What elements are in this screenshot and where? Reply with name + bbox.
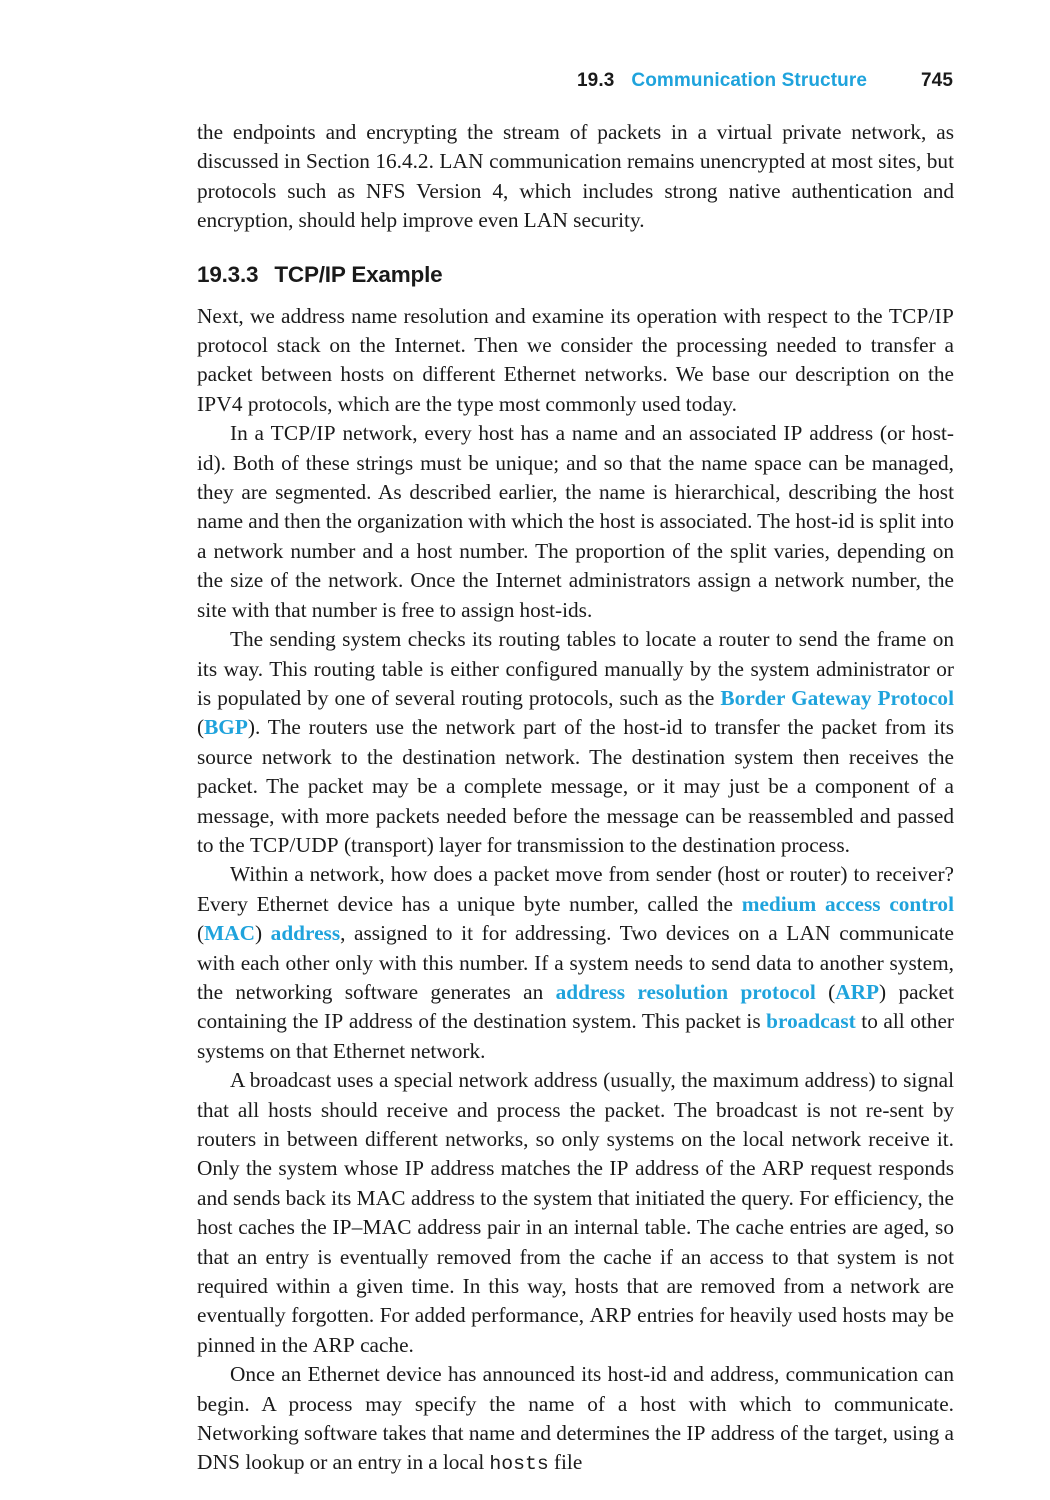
paragraph-intro: Next, we address name resolution and exa… (197, 303, 954, 416)
inline-smallcaps: TCP/IP (888, 303, 954, 328)
inline-term: medium access control (741, 891, 954, 916)
inline-smallcaps: IP (686, 1421, 706, 1446)
inline-smallcaps: NFS (366, 178, 406, 203)
paragraph-broadcast: A broadcast uses a special network addre… (197, 1068, 955, 1357)
inline-smallcaps: IPV4 (197, 391, 243, 416)
inline-smallcaps: IP (404, 1156, 425, 1181)
paragraph-tcpip-network: In a TCP/IP network, every host has a na… (197, 421, 955, 622)
inline-smallcaps: ARP (761, 1156, 804, 1181)
paragraph-routing-tables: The sending system checks its routing ta… (197, 627, 954, 857)
text-column: the endpoints and encrypting the stream … (197, 118, 954, 1480)
inline-term-smallcaps: ARP (835, 979, 879, 1004)
inline-smallcaps: LAN (786, 921, 831, 946)
inline-term-smallcaps: MAC (204, 921, 255, 946)
section-heading-number: 19.3.3 (197, 261, 259, 287)
inline-smallcaps: TCP/UDP (249, 832, 339, 857)
inline-term-smallcaps: BGP (204, 715, 248, 740)
section-heading-block: 19.3.3 TCP/IP Example (197, 236, 954, 302)
inline-smallcaps: IP (609, 1156, 629, 1181)
inline-term: broadcast (766, 1009, 856, 1034)
inline-smallcaps: LAN (439, 149, 484, 174)
running-head: 19.3 Communication Structure 745 (197, 70, 953, 100)
inline-mono: hosts (489, 1453, 549, 1476)
paragraph-mac-arp: Within a network, how does a packet move… (197, 862, 955, 1063)
inline-smallcaps: IP–MAC (332, 1215, 412, 1240)
inline-smallcaps: MAC (356, 1185, 406, 1210)
paragraph-name-lookup: Once an Ethernet device has announced it… (197, 1362, 954, 1476)
inline-smallcaps: TCP/IP (270, 421, 336, 446)
inline-smallcaps: ARP (589, 1303, 632, 1328)
inline-term: address resolution protocol (555, 979, 816, 1004)
inline-smallcaps: DNS (197, 1450, 241, 1475)
running-head-section-title: Communication Structure (631, 70, 867, 91)
running-head-section-number: 19.3 (577, 70, 615, 91)
document-page: 19.3 Communication Structure 745 the end… (0, 0, 1050, 1500)
inline-term: Border Gateway Protocol (720, 685, 954, 710)
section-heading-title: TCP/IP Example (274, 261, 443, 287)
inline-smallcaps: LAN (523, 208, 569, 233)
inline-smallcaps: IP (324, 1009, 344, 1034)
inline-smallcaps: IP (783, 421, 803, 446)
inline-smallcaps: ARP (312, 1332, 355, 1357)
inline-term: address (270, 921, 341, 946)
page-number: 745 (920, 70, 953, 91)
section-heading: 19.3.3 TCP/IP Example (197, 262, 954, 288)
paragraph-continued: the endpoints and encrypting the stream … (197, 120, 954, 233)
